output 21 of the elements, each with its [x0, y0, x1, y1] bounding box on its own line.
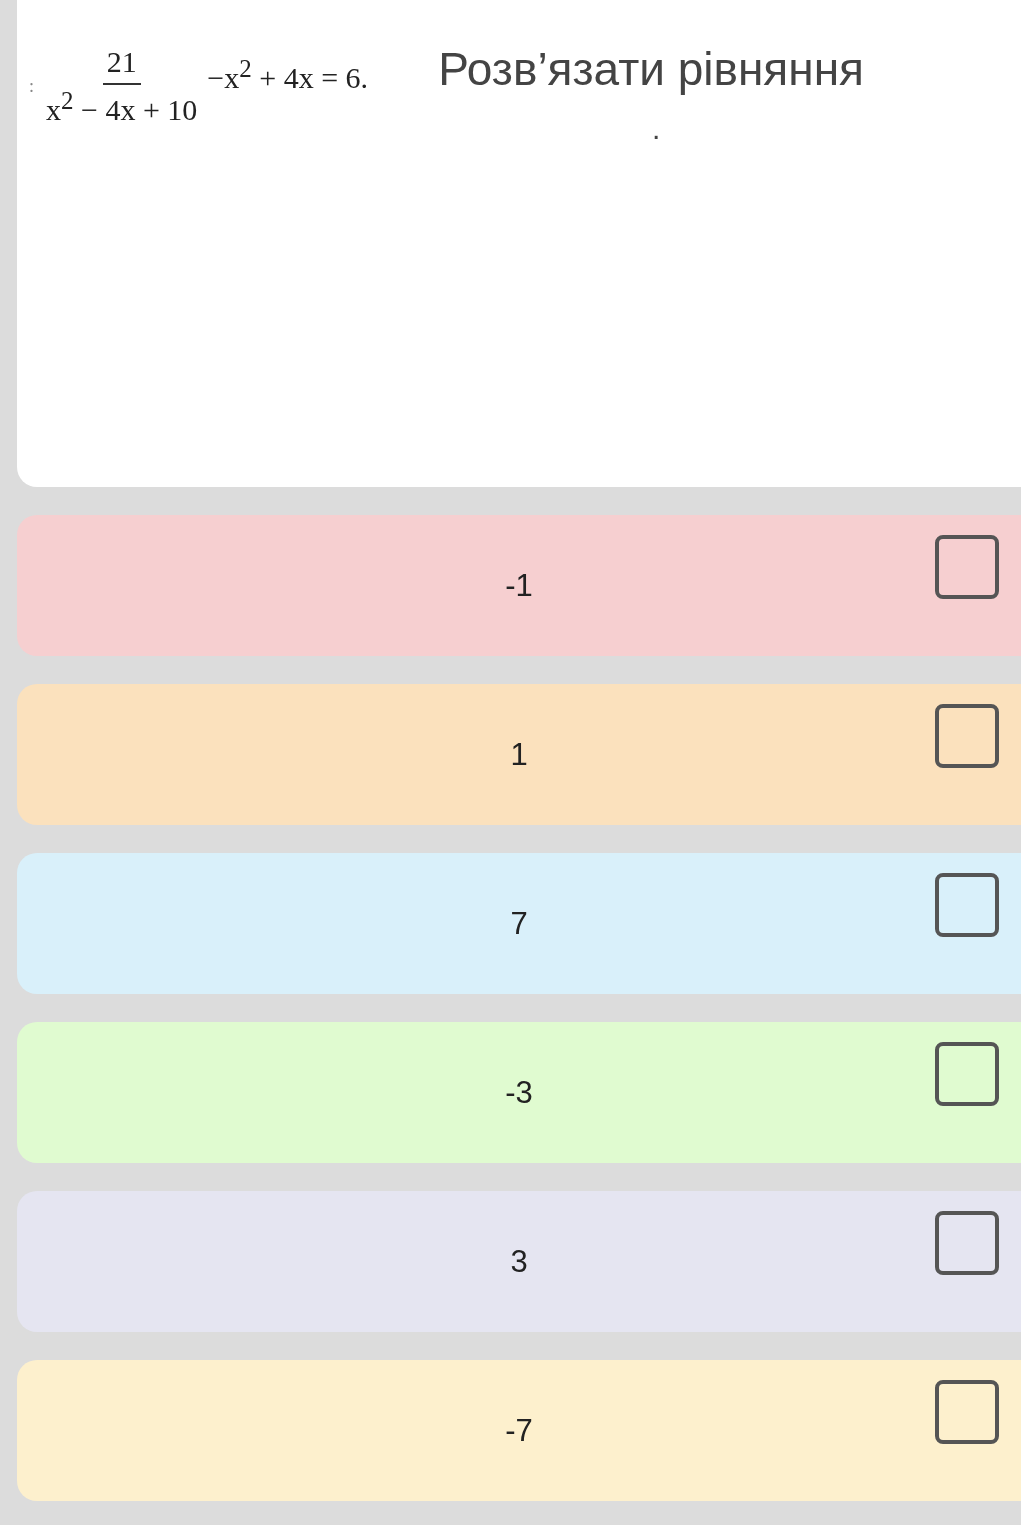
answer-label: 3 [510, 1243, 528, 1280]
answer-option[interactable]: -3 [17, 1022, 1021, 1163]
answer-option[interactable]: -1 [17, 515, 1021, 656]
answer-option[interactable]: 7 [17, 853, 1021, 994]
answer-label: -3 [505, 1074, 533, 1111]
answer-label: 1 [510, 736, 528, 773]
answer-option[interactable]: 3 [17, 1191, 1021, 1332]
checkbox[interactable] [935, 1380, 999, 1444]
answer-label: -1 [505, 567, 533, 604]
question-note: . [651, 112, 661, 146]
checkbox[interactable] [935, 704, 999, 768]
answer-label: 7 [510, 905, 528, 942]
answer-option[interactable]: 1 [17, 684, 1021, 825]
checkbox[interactable] [935, 873, 999, 937]
answer-option[interactable]: -7 [17, 1360, 1021, 1501]
answer-label: -7 [505, 1412, 533, 1449]
checkbox[interactable] [935, 535, 999, 599]
question-title: Розв’язати рівняння [438, 42, 864, 96]
equation: : 21 x$^{2}$ − 4x + 10 −x$^{2}$ + 4x = 6. [29, 44, 369, 128]
checkbox[interactable] [935, 1211, 999, 1275]
checkbox[interactable] [935, 1042, 999, 1106]
